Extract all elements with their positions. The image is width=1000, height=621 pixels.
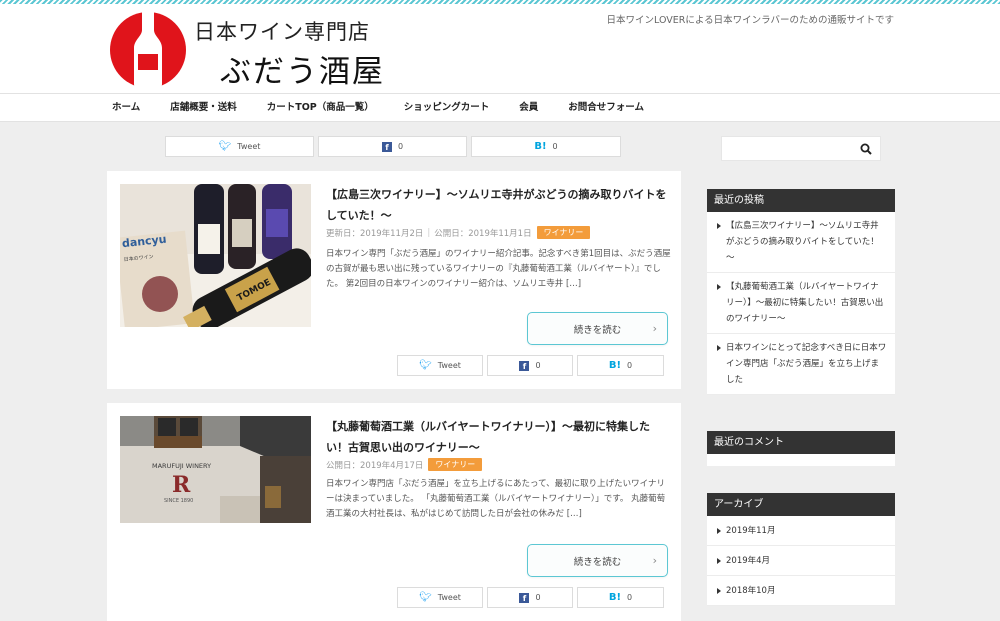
- recent-post-link[interactable]: 【広島三次ワイナリー】～ソムリエ寺井がぶどうの摘み取りバイトをしていた！～: [707, 212, 895, 273]
- site-header: 日本ワイン専門店 ぶだう酒屋 日本ワインLOVERによる日本ワインラバーのための…: [0, 4, 1000, 93]
- share-buttons-top: 🐦︎ Tweet f 0 B! 0: [165, 136, 621, 157]
- recent-comments-empty: [707, 454, 895, 466]
- hatena-bookmark-button[interactable]: B! 0: [577, 355, 664, 376]
- global-nav: ホーム 店舗概要・送料 カートTOP（商品一覧） ショッピングカート 会員 お問…: [0, 93, 1000, 122]
- nav-shopping-cart[interactable]: ショッピングカート: [396, 94, 498, 121]
- twitter-bird-icon: 🐦︎: [419, 359, 432, 371]
- post-excerpt: 日本ワイン専門「ぶだう酒屋」のワイナリー紹介記事。記念すべき第1回目は、ぶだう酒…: [326, 249, 671, 289]
- category-badge[interactable]: ワイナリー: [428, 458, 483, 471]
- sidebar-search: [721, 136, 881, 161]
- hatena-bookmark-button[interactable]: B! 0: [471, 136, 621, 157]
- widget-title: アーカイブ: [707, 493, 895, 516]
- recent-post-link[interactable]: 日本ワインにとって記念すべき日に日本ワイン専門店「ぶだう酒屋」を立ち上げました: [707, 334, 895, 395]
- svg-text:R: R: [172, 472, 191, 498]
- post-published-date: 公開日：2019年4月17日: [326, 460, 424, 471]
- nav-member[interactable]: 会員: [511, 94, 546, 121]
- tweet-button[interactable]: 🐦︎ Tweet: [397, 587, 483, 608]
- archive-link[interactable]: 2019年4月: [707, 546, 895, 576]
- post-title[interactable]: 【丸藤葡萄酒工業（ルバイヤートワイナリー）】～最初に特集したい！古賀思い出のワイ…: [326, 416, 671, 458]
- tweet-button[interactable]: 🐦︎ Tweet: [165, 136, 314, 157]
- chevron-right-icon: ›: [652, 322, 657, 335]
- category-badge[interactable]: ワイナリー: [536, 226, 591, 239]
- search-icon[interactable]: [860, 143, 872, 155]
- nav-home[interactable]: ホーム: [106, 94, 148, 121]
- logo-subtitle: 日本ワイン専門店: [194, 20, 370, 44]
- post-meta: 公開日：2019年4月17日 ワイナリー: [326, 458, 483, 471]
- thumb-winery-sign-text: MARUFUJI WINERY: [152, 462, 211, 470]
- post-meta: 更新日：2019年11月2日 | 公開日：2019年11月1日 ワイナリー: [326, 226, 591, 239]
- recent-comments-widget: 最近のコメント: [707, 431, 895, 466]
- wine-bottle-logo-icon: [110, 12, 186, 88]
- post-card: dancyu 日本のワイン TOMOE 【広島三次ワイナリー】～ソムリエ寺井がぶ…: [107, 171, 681, 389]
- post-thumbnail[interactable]: MARUFUJI WINERY R SINCE 1890: [120, 416, 311, 523]
- share-buttons-post: 🐦︎ Tweet f 0 B! 0: [397, 355, 664, 376]
- widget-title: 最近のコメント: [707, 431, 895, 454]
- facebook-icon: f: [519, 360, 530, 371]
- site-tagline: 日本ワインLOVERによる日本ワインラバーのための通販サイトです: [606, 15, 895, 26]
- post-excerpt: 日本ワイン専門店「ぶだう酒屋」を立ち上げるにあたって、最初に取り上げたいワイナリ…: [326, 479, 666, 519]
- share-buttons-post: 🐦︎ Tweet f 0 B! 0: [397, 587, 664, 608]
- nav-contact[interactable]: お問合せフォーム: [560, 94, 652, 121]
- hatena-bookmark-icon: B!: [608, 360, 622, 371]
- recent-posts-widget: 最近の投稿 【広島三次ワイナリー】～ソムリエ寺井がぶどうの摘み取りバイトをしてい…: [707, 189, 895, 395]
- recent-post-link[interactable]: 【丸藤葡萄酒工業（ルバイヤートワイナリー）】～最初に特集したい！古賀思い出のワイ…: [707, 273, 895, 334]
- post-title[interactable]: 【広島三次ワイナリー】～ソムリエ寺井がぶどうの摘み取りバイトをしていた！～: [326, 184, 671, 226]
- facebook-share-button[interactable]: f 0: [487, 587, 573, 608]
- read-more-button[interactable]: 続きを読む ›: [527, 312, 668, 345]
- facebook-share-button[interactable]: f 0: [318, 136, 467, 157]
- hatena-bookmark-icon: B!: [534, 141, 547, 152]
- chevron-right-icon: ›: [652, 554, 657, 567]
- search-input[interactable]: [722, 137, 852, 160]
- post-card: MARUFUJI WINERY R SINCE 1890 【丸藤葡萄酒工業（ルバ…: [107, 403, 681, 621]
- widget-title: 最近の投稿: [707, 189, 895, 212]
- post-updated-date: 更新日：2019年11月2日: [326, 228, 424, 239]
- archives-widget: アーカイブ 2019年11月 2019年4月 2018年10月: [707, 493, 895, 606]
- archive-link[interactable]: 2018年10月: [707, 576, 895, 606]
- facebook-icon: f: [381, 141, 392, 152]
- archive-link[interactable]: 2019年11月: [707, 516, 895, 546]
- hatena-bookmark-icon: B!: [608, 592, 622, 603]
- nav-store-info[interactable]: 店舗概要・送料: [162, 94, 245, 121]
- facebook-icon: f: [519, 592, 530, 603]
- twitter-bird-icon: 🐦︎: [218, 140, 232, 152]
- thumb-since-text: SINCE 1890: [164, 498, 193, 504]
- nav-cart-top[interactable]: カートTOP（商品一覧）: [259, 94, 382, 121]
- post-published-date: 公開日：2019年11月1日: [434, 228, 532, 239]
- tweet-button[interactable]: 🐦︎ Tweet: [397, 355, 483, 376]
- twitter-bird-icon: 🐦︎: [419, 591, 432, 603]
- read-more-button[interactable]: 続きを読む ›: [527, 544, 668, 577]
- hatena-bookmark-button[interactable]: B! 0: [577, 587, 664, 608]
- logo-title: ぶだう酒屋: [220, 54, 385, 90]
- post-thumbnail[interactable]: dancyu 日本のワイン TOMOE: [120, 184, 311, 327]
- facebook-share-button[interactable]: f 0: [487, 355, 573, 376]
- site-logo[interactable]: 日本ワイン専門店 ぶだう酒屋: [108, 8, 408, 90]
- meta-divider: |: [427, 227, 431, 238]
